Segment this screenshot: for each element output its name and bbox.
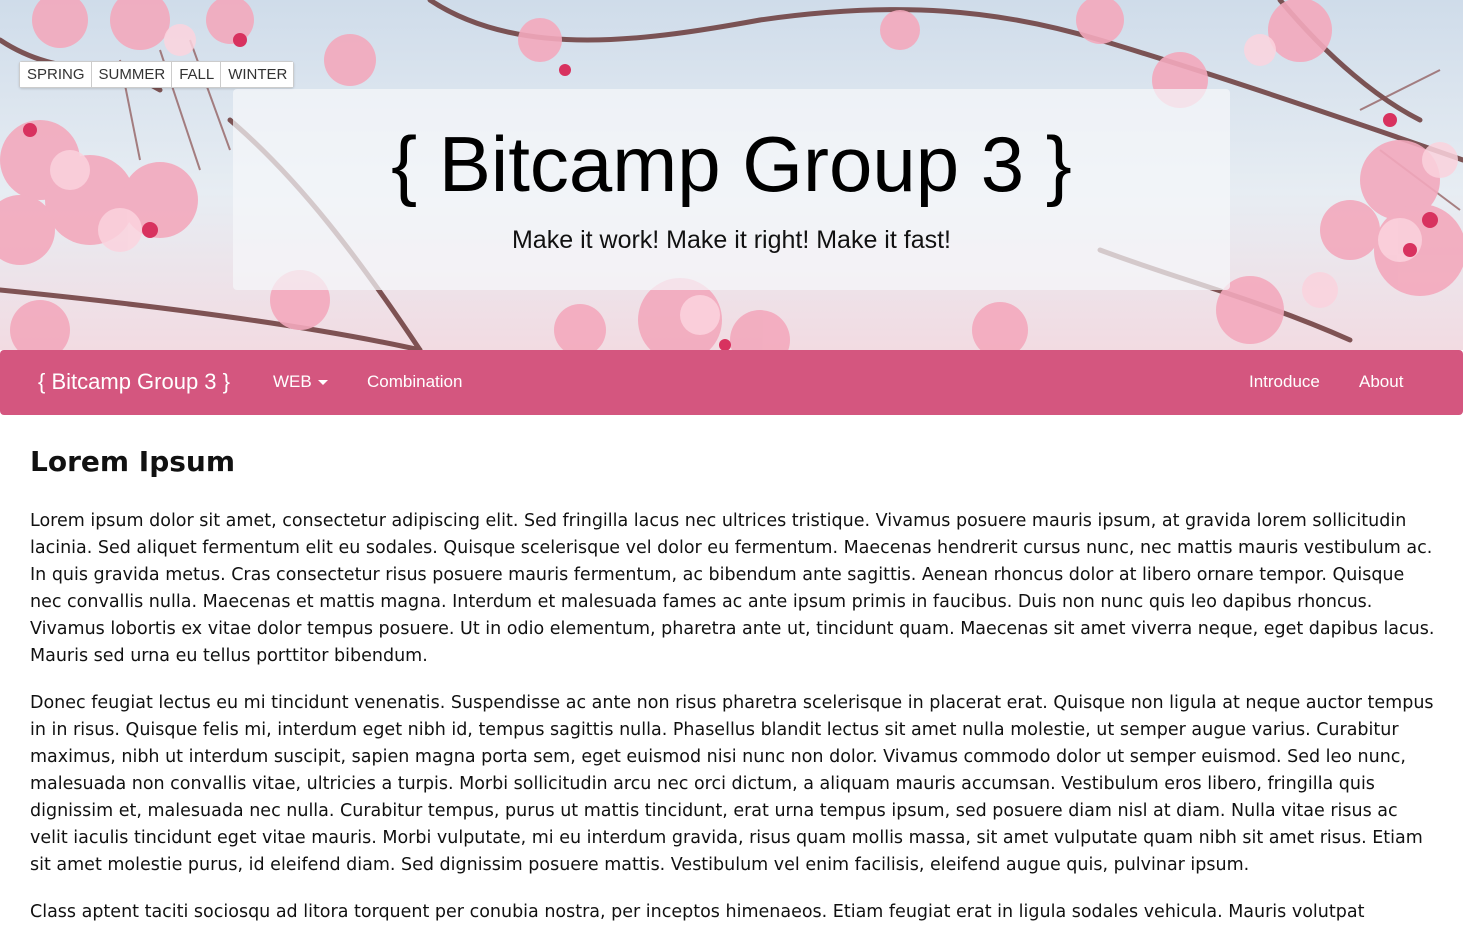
- article-paragraph: Donec feugiat lectus eu mi tincidunt ven…: [30, 693, 1434, 875]
- season-button-summer[interactable]: SUMMER: [91, 62, 173, 87]
- article-heading: Lorem Ipsum: [30, 445, 236, 478]
- main-content: Lorem Ipsum Lorem ipsum dolor sit amet, …: [30, 415, 1440, 926]
- hero-banner: SPRING SUMMER FALL WINTER { Bitcamp Grou…: [0, 0, 1463, 350]
- nav-item-web-dropdown[interactable]: WEB: [273, 372, 328, 392]
- jumbotron-tagline: Make it work! Make it right! Make it fas…: [511, 226, 951, 254]
- nav-item-introduce[interactable]: Introduce: [1249, 372, 1320, 392]
- season-button-group: SPRING SUMMER FALL WINTER: [19, 61, 295, 88]
- nav-item-web-label: WEB: [273, 372, 312, 391]
- season-button-spring[interactable]: SPRING: [20, 62, 92, 87]
- season-button-fall[interactable]: FALL: [172, 62, 222, 87]
- main-navbar: { Bitcamp Group 3 } WEB Combination Intr…: [0, 350, 1463, 415]
- jumbotron-title: { Bitcamp Group 3 }: [391, 120, 1072, 208]
- navbar-brand[interactable]: { Bitcamp Group 3 }: [38, 369, 230, 395]
- article-paragraph: Class aptent taciti sociosqu ad litora t…: [30, 902, 1365, 922]
- jumbotron: { Bitcamp Group 3 } Make it work! Make i…: [233, 89, 1230, 290]
- season-button-winter[interactable]: WINTER: [221, 62, 294, 87]
- nav-item-combination[interactable]: Combination: [367, 372, 462, 392]
- article-paragraph: Lorem ipsum dolor sit amet, consectetur …: [30, 511, 1435, 666]
- nav-item-about[interactable]: About: [1359, 372, 1403, 392]
- caret-down-icon: [317, 380, 328, 386]
